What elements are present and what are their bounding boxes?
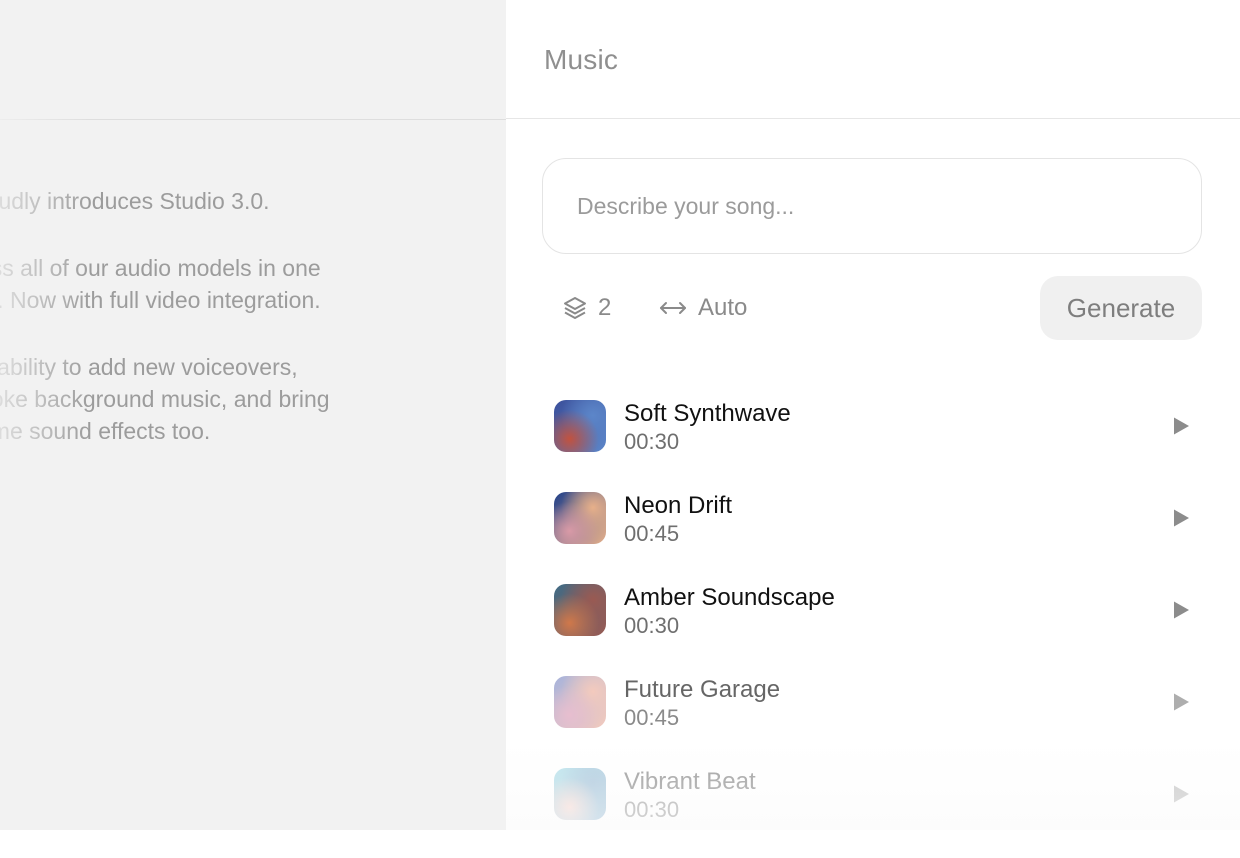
- track-title: Future Garage: [624, 676, 781, 703]
- editor-line: ess all of our audio models in one: [0, 255, 321, 281]
- panel-title: Music: [544, 44, 619, 75]
- play-button[interactable]: [1170, 691, 1192, 713]
- prompt-box[interactable]: [542, 158, 1202, 254]
- layers-icon: [562, 295, 588, 321]
- track-item[interactable]: Neon Drift 00:45: [554, 490, 1204, 582]
- track-title: Vibrant Beat: [624, 768, 756, 795]
- track-item[interactable]: Vibrant Beat 00:30: [554, 766, 1204, 858]
- play-button[interactable]: [1170, 783, 1192, 805]
- track-artwork: [554, 492, 606, 544]
- editor-line: e ability to add new voiceovers,: [0, 354, 298, 380]
- track-duration: 00:45: [624, 521, 680, 546]
- play-icon: [1174, 785, 1189, 803]
- duration-selector[interactable]: Auto: [658, 290, 747, 326]
- play-button[interactable]: [1170, 507, 1192, 529]
- editor-line: roudly introduces Studio 3.0.: [0, 188, 270, 214]
- arrows-horizontal-icon: [658, 298, 688, 318]
- track-duration: 00:45: [624, 705, 680, 730]
- play-icon: [1174, 509, 1189, 527]
- track-item[interactable]: Amber Soundscape 00:30: [554, 582, 1204, 674]
- track-artwork: [554, 768, 606, 820]
- generation-controls: 2 Auto Generate: [542, 276, 1202, 340]
- play-icon: [1174, 417, 1189, 435]
- play-button[interactable]: [1170, 415, 1192, 437]
- editor-paragraph-1: roudly introduces Studio 3.0.: [0, 185, 408, 217]
- music-panel-header: Music: [506, 0, 1240, 119]
- editor-topbar: [0, 0, 506, 120]
- editor-line: or. Now with full video integration.: [0, 287, 321, 313]
- track-duration: 00:30: [624, 613, 680, 638]
- play-icon: [1174, 601, 1189, 619]
- editor-paragraph-2: ess all of our audio models in one or. N…: [0, 252, 408, 316]
- track-title: Neon Drift: [624, 492, 733, 519]
- editor-line: ome sound effects too.: [0, 418, 211, 444]
- track-artwork: [554, 584, 606, 636]
- play-icon: [1174, 693, 1189, 711]
- track-title: Amber Soundscape: [624, 584, 835, 611]
- track-title: Soft Synthwave: [624, 400, 791, 427]
- song-prompt-input[interactable]: [575, 187, 1169, 225]
- track-duration: 00:30: [624, 797, 680, 822]
- track-item[interactable]: Future Garage 00:45: [554, 674, 1204, 766]
- track-duration: 00:30: [624, 429, 680, 454]
- music-panel: Music 2 Auto Ge: [506, 0, 1240, 830]
- editor-line: poke background music, and bring: [0, 386, 330, 412]
- editor-text: roudly introduces Studio 3.0. ess all of…: [0, 185, 408, 482]
- track-artwork: [554, 676, 606, 728]
- editor-panel: roudly introduces Studio 3.0. ess all of…: [0, 0, 506, 830]
- play-button[interactable]: [1170, 599, 1192, 621]
- track-artwork: [554, 400, 606, 452]
- duration-value: Auto: [698, 294, 748, 321]
- track-list: Soft Synthwave 00:30 Neon Drift 00:45 Am…: [554, 398, 1204, 858]
- variations-selector[interactable]: 2: [562, 290, 611, 326]
- generate-button[interactable]: Generate: [1040, 276, 1202, 340]
- editor-paragraph-3: e ability to add new voiceovers, poke ba…: [0, 351, 408, 447]
- track-item[interactable]: Soft Synthwave 00:30: [554, 398, 1204, 490]
- variations-value: 2: [598, 294, 612, 321]
